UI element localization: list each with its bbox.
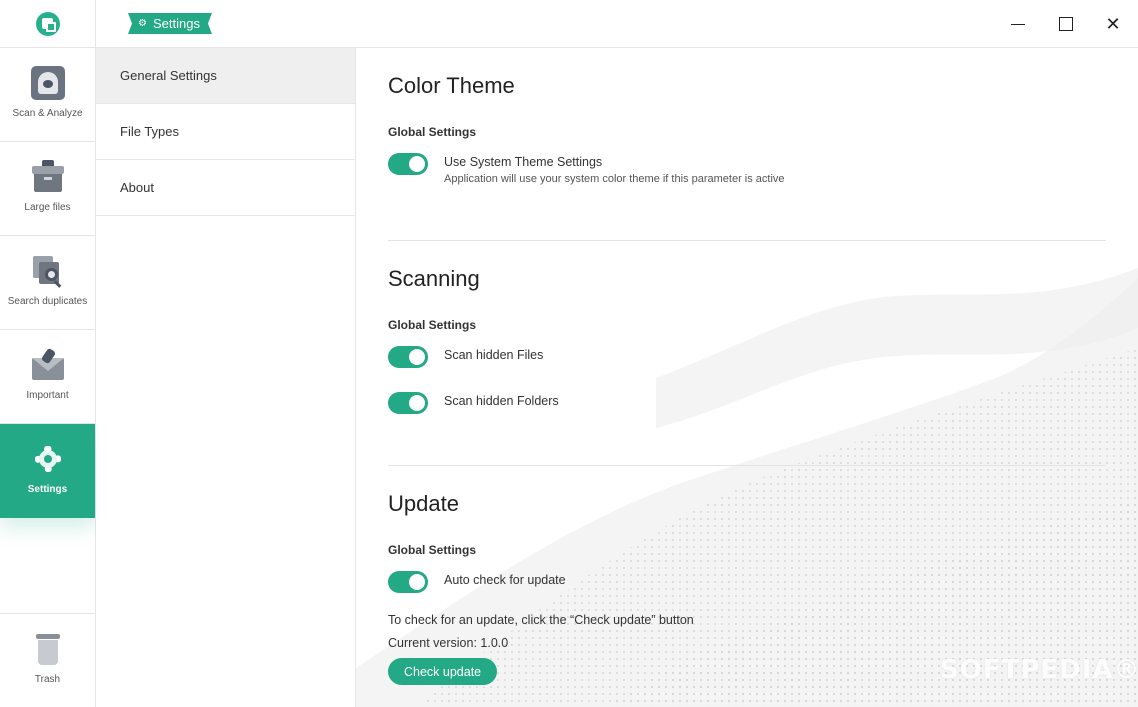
section-color-theme: Color Theme Global Settings Use System T… (388, 73, 1106, 241)
toggle-use-system-theme[interactable] (388, 153, 428, 175)
update-instructions: To check for an update, click the “Check… (388, 613, 694, 627)
current-version: Current version: 1.0.0 (388, 636, 509, 650)
sidebar-item-trash[interactable]: Trash (0, 613, 95, 707)
group-title: Global Settings (388, 318, 477, 332)
trash-icon (31, 632, 65, 666)
box-icon (31, 160, 65, 194)
sidebar-item-large-files[interactable]: Large files (0, 142, 95, 236)
settings-content: Color Theme Global Settings Use System T… (388, 48, 1106, 685)
app-logo-icon (35, 11, 60, 36)
check-update-button[interactable]: Check update (388, 658, 498, 685)
subnav-item-about[interactable]: About (96, 160, 355, 216)
toggle-description: Application will use your system color t… (444, 173, 785, 185)
settings-subnav: General Settings File Types About (96, 48, 356, 707)
setting-scan-hidden-files: Scan hidden Files (388, 346, 1106, 368)
toggle-label: Auto check for update (444, 573, 566, 587)
sidebar-item-search-duplicates[interactable]: Search duplicates (0, 236, 95, 330)
toggle-text: Scan hidden Folders (444, 392, 559, 410)
maximize-button[interactable] (1052, 10, 1080, 38)
breadcrumb-label: Settings (152, 16, 200, 31)
sidebar-item-label: Important (26, 390, 69, 401)
minimize-icon (1011, 23, 1025, 25)
section-title: Update (388, 491, 459, 516)
setting-use-system-theme: Use System Theme Settings Application wi… (388, 153, 1106, 185)
sidebar-item-scan-analyze[interactable]: Scan & Analyze (0, 48, 95, 142)
section-title: Scanning (388, 266, 480, 291)
subnav-item-general-settings[interactable]: General Settings (96, 48, 355, 104)
toggle-text: Scan hidden Files (444, 346, 543, 364)
scan-icon (30, 66, 65, 100)
softpedia-watermark: SOFTPEDIA® (940, 655, 1138, 685)
sidebar-item-label: Search duplicates (7, 296, 88, 307)
setting-scan-hidden-folders: Scan hidden Folders (388, 392, 1106, 414)
breadcrumb: ⚙ Settings (128, 13, 212, 34)
sidebar-item-settings[interactable]: Settings (0, 424, 95, 518)
toggle-label: Scan hidden Files (444, 348, 544, 362)
sidebar-item-label: Trash (34, 674, 61, 685)
settings-panel: Color Theme Global Settings Use System T… (356, 48, 1138, 707)
group-title: Global Settings (388, 125, 477, 139)
logo-area (0, 0, 95, 48)
sidebar-item-label: Large files (24, 202, 71, 213)
setting-auto-check-update: Auto check for update (388, 571, 1106, 593)
toggle-text: Auto check for update (444, 571, 566, 589)
app-sidebar: Scan & Analyze Large files Search duplic… (0, 0, 96, 707)
minimize-button[interactable] (1004, 10, 1032, 38)
sidebar-item-label: Scan & Analyze (12, 108, 83, 119)
maximize-icon (1059, 17, 1073, 31)
envelope-icon (31, 347, 65, 382)
close-button[interactable]: ✕ (1099, 10, 1127, 38)
section-scanning: Scanning Global Settings Scan hidden Fil… (388, 266, 1106, 466)
close-icon: ✕ (1105, 13, 1121, 34)
group-title: Global Settings (388, 543, 477, 557)
sidebar-item-label: Settings (27, 484, 68, 495)
toggle-scan-hidden-folders[interactable] (388, 392, 428, 414)
breadcrumb-gear-icon: ⚙ (138, 18, 147, 29)
title-bar: ⚙ Settings ✕ (96, 0, 1138, 48)
toggle-text: Use System Theme Settings Application wi… (444, 153, 785, 185)
toggle-label: Scan hidden Folders (444, 394, 559, 408)
gear-icon (31, 442, 65, 476)
section-title: Color Theme (388, 73, 515, 98)
subnav-item-file-types[interactable]: File Types (96, 104, 355, 160)
toggle-label: Use System Theme Settings (444, 155, 603, 169)
toggle-scan-hidden-files[interactable] (388, 346, 428, 368)
toggle-auto-check-update[interactable] (388, 571, 428, 593)
duplicates-icon (31, 254, 65, 288)
sidebar-item-important[interactable]: Important (0, 330, 95, 424)
